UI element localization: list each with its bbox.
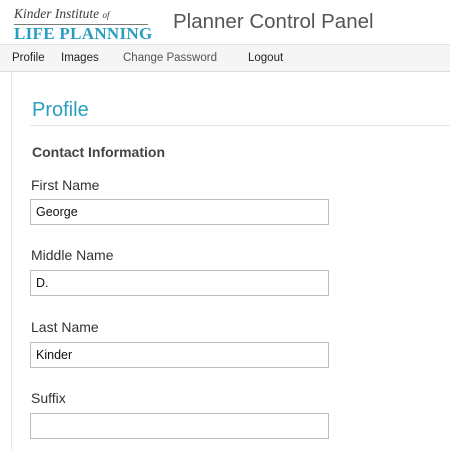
suffix-input[interactable] (30, 413, 329, 439)
last-name-input[interactable] (30, 342, 329, 368)
nav-change-password[interactable]: Change Password (123, 51, 217, 65)
section-heading-contact: Contact Information (32, 144, 165, 160)
nav-logout[interactable]: Logout (248, 51, 283, 65)
first-name-input[interactable] (30, 199, 329, 225)
middle-name-input[interactable] (30, 270, 329, 296)
main-nav: Profile Images Change Password Logout (0, 44, 450, 72)
content-left-border (11, 72, 12, 451)
logo-line-2: LIFE PLANNING (14, 24, 153, 43)
first-name-label: First Name (31, 177, 100, 193)
middle-name-label: Middle Name (31, 247, 114, 263)
kinder-institute-logo[interactable]: Kinder Institute of LIFE PLANNING (14, 6, 154, 43)
app-header: Kinder Institute of LIFE PLANNING Planne… (0, 0, 450, 44)
logo-line-1: Kinder Institute of (14, 6, 110, 21)
last-name-label: Last Name (31, 319, 99, 335)
app-title: Planner Control Panel (173, 10, 374, 33)
title-divider (30, 125, 450, 126)
nav-images[interactable]: Images (61, 51, 99, 65)
nav-profile[interactable]: Profile (12, 51, 45, 65)
page-title: Profile (32, 99, 89, 121)
suffix-label: Suffix (31, 390, 66, 406)
